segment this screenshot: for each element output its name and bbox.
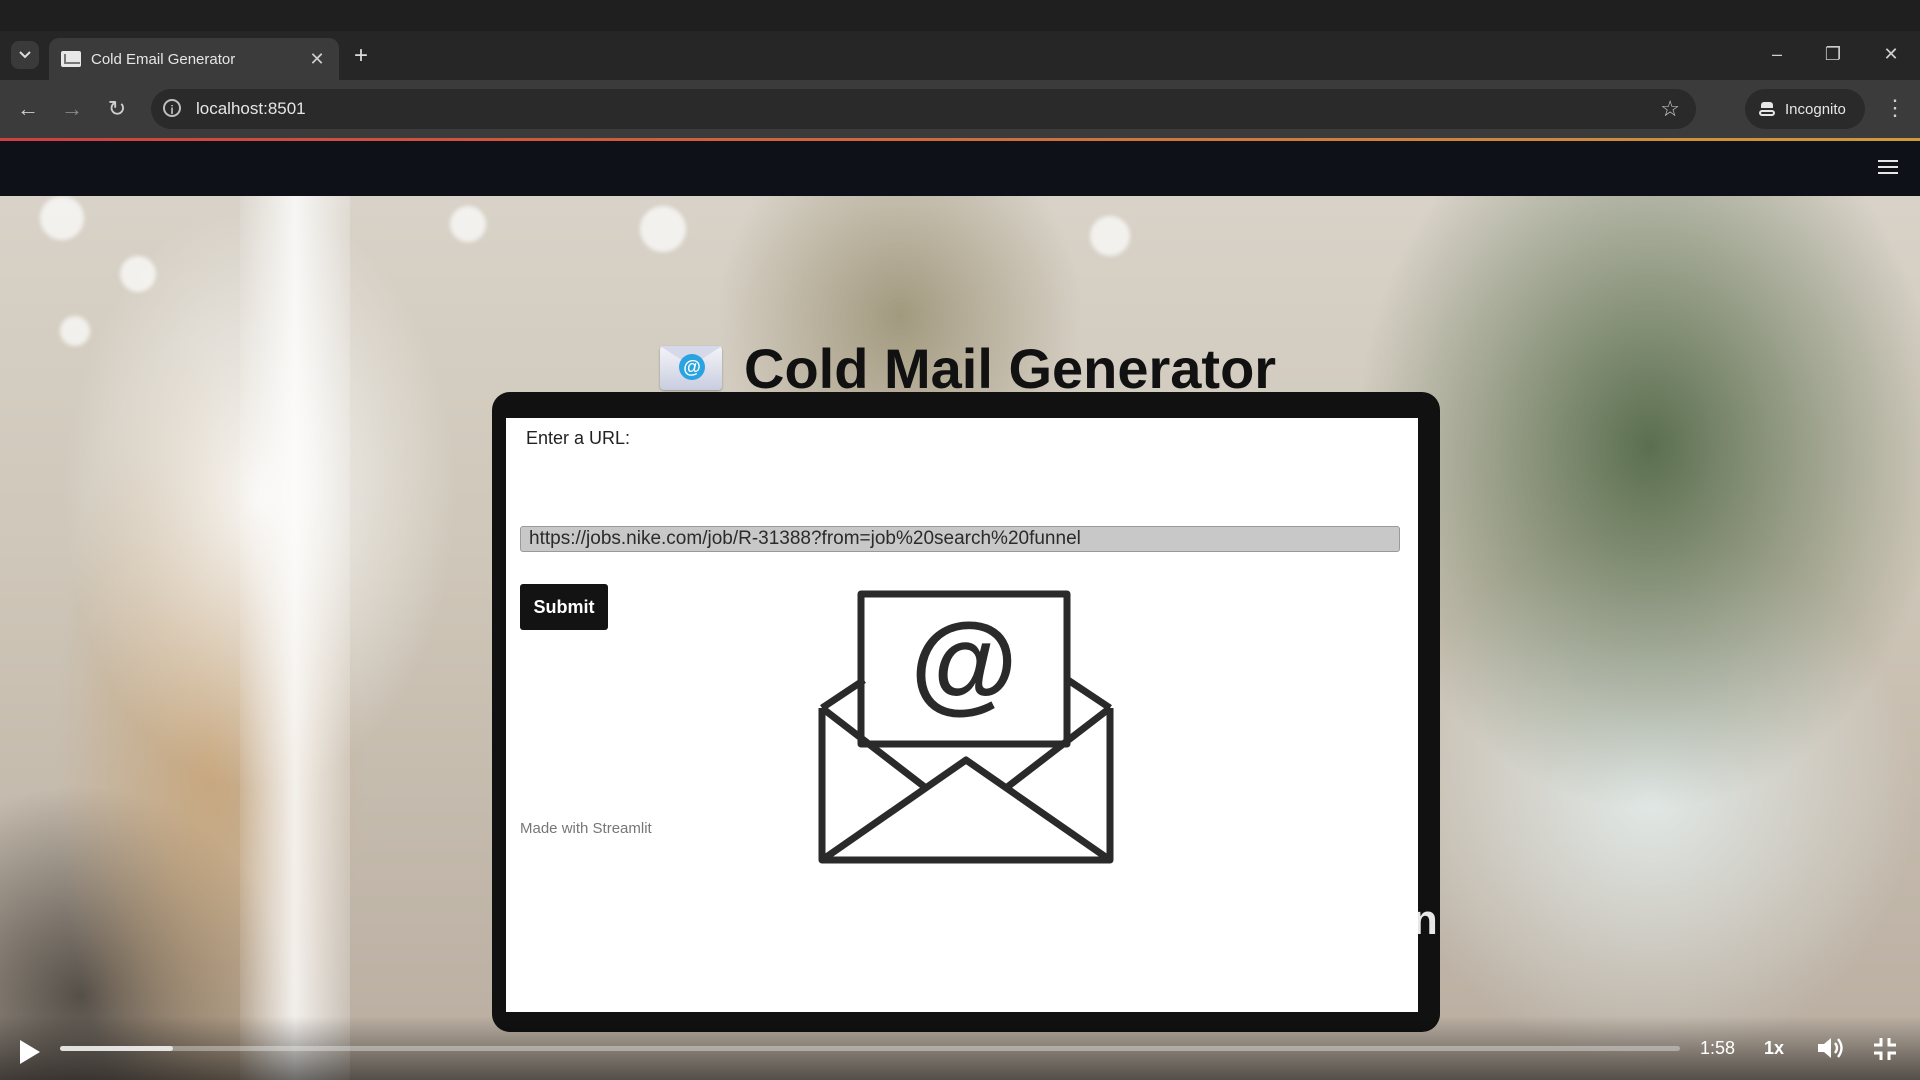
progress-bar[interactable] <box>60 1046 1680 1051</box>
minimize-button[interactable]: – <box>1762 45 1792 63</box>
restore-button[interactable]: ❐ <box>1818 45 1848 63</box>
new-tab-button[interactable]: + <box>354 44 368 68</box>
bookmark-star-icon[interactable]: ☆ <box>1660 96 1680 122</box>
reload-button[interactable]: ↻ <box>103 97 131 121</box>
hamburger-menu-icon[interactable] <box>1878 160 1898 174</box>
close-window-button[interactable]: ✕ <box>1876 45 1906 63</box>
url-input[interactable]: https://jobs.nike.com/job/R-31388?from=j… <box>520 526 1400 552</box>
browser-toolbar: ← → ↻ i localhost:8501 ☆ Incognito ⋮ <box>0 80 1920 138</box>
app-form: Enter a URL: https://jobs.nike.com/job/R… <box>506 418 1418 1012</box>
favicon-icon <box>61 51 81 67</box>
browser-menu-icon[interactable]: ⋮ <box>1884 96 1906 120</box>
tab-search-button[interactable] <box>11 41 39 69</box>
progress-fill <box>60 1046 174 1051</box>
url-input-label: Enter a URL: <box>526 428 631 448</box>
address-bar[interactable]: i localhost:8501 ☆ <box>151 89 1696 129</box>
forward-button[interactable]: → <box>58 97 86 121</box>
svg-text:@: @ <box>910 601 1017 724</box>
site-info-icon[interactable]: i <box>163 99 181 117</box>
volume-icon[interactable] <box>1816 1036 1846 1060</box>
tab-title: Cold Email Generator <box>91 50 236 68</box>
submit-button[interactable]: Submit <box>520 584 608 630</box>
page-title-text: Cold Mail Generator <box>744 336 1277 400</box>
email-at-icon: @ <box>660 346 722 390</box>
incognito-badge[interactable]: Incognito <box>1745 89 1865 129</box>
incognito-icon <box>1759 102 1775 116</box>
app-header <box>0 138 1920 196</box>
address-url[interactable]: localhost:8501 <box>196 99 306 119</box>
chevron-down-icon <box>19 51 31 59</box>
incognito-label: Incognito <box>1785 100 1846 118</box>
tab-close-icon[interactable]: ✕ <box>305 49 329 70</box>
page-title: @ Cold Mail Generator <box>660 336 1276 400</box>
envelope-icon: @ <box>818 590 1114 864</box>
footer-text[interactable]: Made with Streamlit <box>520 820 652 837</box>
play-icon[interactable] <box>20 1040 40 1064</box>
exit-fullscreen-icon[interactable] <box>1872 1036 1898 1062</box>
back-button[interactable]: ← <box>14 97 42 121</box>
playback-speed-button[interactable]: 1x <box>1764 1038 1784 1059</box>
window-titlebar <box>0 0 1920 31</box>
browser-tab[interactable]: Cold Email Generator ✕ <box>49 38 339 80</box>
background-image <box>240 196 350 1080</box>
tab-strip: Cold Email Generator ✕ + – ❐ ✕ <box>0 31 1920 80</box>
time-display: 1:58 <box>1700 1038 1736 1058</box>
video-controls: 1:58 1x <box>0 1016 1920 1080</box>
